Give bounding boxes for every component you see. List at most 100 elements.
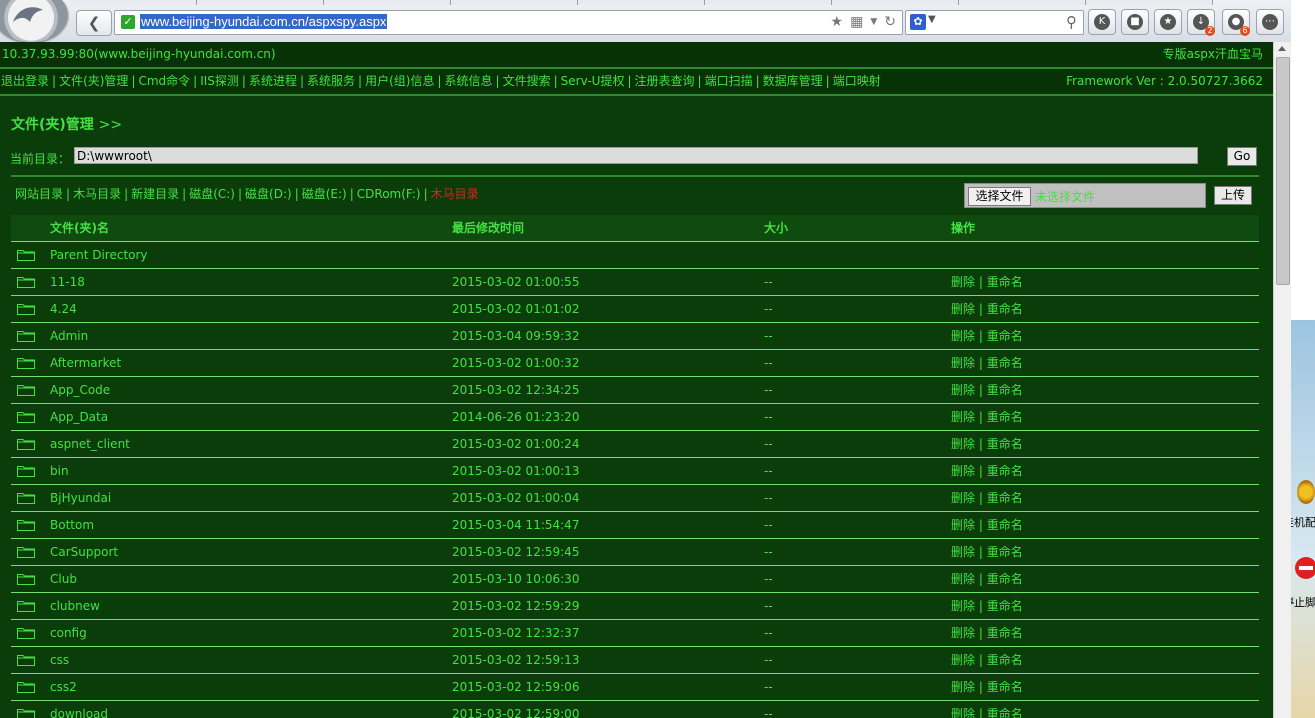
- rename-link[interactable]: 重命名: [987, 464, 1023, 478]
- nav-item[interactable]: Serv-U提权: [561, 74, 625, 88]
- rename-link[interactable]: 重命名: [987, 329, 1023, 343]
- scroll-up-icon[interactable]: [1278, 46, 1286, 51]
- nav-item[interactable]: 端口扫描: [705, 74, 753, 88]
- quick-link[interactable]: 磁盘(C:): [189, 187, 235, 201]
- quick-link[interactable]: 磁盘(D:): [245, 187, 292, 201]
- folder-name[interactable]: App_Data: [50, 404, 108, 430]
- tab[interactable]: [705, 0, 832, 5]
- nav-item[interactable]: 数据库管理: [763, 74, 823, 88]
- rename-link[interactable]: 重命名: [987, 626, 1023, 640]
- rename-link[interactable]: 重命名: [987, 599, 1023, 613]
- qr-code-icon[interactable]: ▦: [850, 14, 863, 30]
- delete-link[interactable]: 删除: [951, 491, 975, 505]
- search-box[interactable]: ✿ ▼ ⚲: [905, 10, 1084, 35]
- folder-name[interactable]: css: [50, 647, 69, 673]
- folder-name[interactable]: download: [50, 701, 108, 718]
- star-icon[interactable]: ★: [831, 14, 844, 30]
- stop-icon[interactable]: [1295, 557, 1315, 579]
- trojan-dir-link[interactable]: 木马目录: [431, 187, 479, 201]
- favorites-button[interactable]: ★: [1154, 9, 1182, 35]
- delete-link[interactable]: 删除: [951, 383, 975, 397]
- go-button[interactable]: Go: [1227, 147, 1257, 166]
- folder-name[interactable]: aspnet_client: [50, 431, 130, 457]
- folder-name[interactable]: BjHyundai: [50, 485, 111, 511]
- quick-link[interactable]: 木马目录: [73, 187, 121, 201]
- gear-icon[interactable]: [1297, 480, 1315, 504]
- search-engine-dropdown-icon[interactable]: ▼: [928, 14, 936, 25]
- rename-link[interactable]: 重命名: [987, 653, 1023, 667]
- folder-name[interactable]: Club: [50, 566, 77, 592]
- address-bar[interactable]: ✓ www.beijing-hyundai.com.cn/aspxspy.asp…: [114, 10, 903, 35]
- delete-link[interactable]: 删除: [951, 707, 975, 718]
- rename-link[interactable]: 重命名: [987, 275, 1023, 289]
- rename-link[interactable]: 重命名: [987, 545, 1023, 559]
- tab[interactable]: [832, 0, 959, 5]
- folder-name[interactable]: App_Code: [50, 377, 110, 403]
- rename-link[interactable]: 重命名: [987, 383, 1023, 397]
- k-button[interactable]: K: [1088, 9, 1116, 35]
- nav-item[interactable]: 系统信息: [445, 74, 493, 88]
- rename-link[interactable]: 重命名: [987, 707, 1023, 718]
- delete-link[interactable]: 删除: [951, 437, 975, 451]
- quick-link[interactable]: 磁盘(E:): [302, 187, 347, 201]
- dropdown-icon[interactable]: ▼: [870, 14, 877, 30]
- rename-link[interactable]: 重命名: [987, 410, 1023, 424]
- folder-name[interactable]: css2: [50, 674, 77, 700]
- folder-name[interactable]: 4.24: [50, 296, 77, 322]
- delete-link[interactable]: 删除: [951, 626, 975, 640]
- lock-button[interactable]: ■: [1121, 9, 1149, 35]
- nav-item[interactable]: 用户(组)信息: [365, 74, 434, 88]
- delete-link[interactable]: 删除: [951, 599, 975, 613]
- back-button[interactable]: ❮: [76, 10, 112, 36]
- downloads-button[interactable]: ↓ 2: [1187, 9, 1215, 36]
- rename-link[interactable]: 重命名: [987, 437, 1023, 451]
- folder-name[interactable]: Bottom: [50, 512, 94, 538]
- rename-link[interactable]: 重命名: [987, 518, 1023, 532]
- menu-button[interactable]: ⋯: [1256, 9, 1284, 35]
- tab[interactable]: [578, 0, 705, 5]
- refresh-icon[interactable]: ↻: [884, 14, 896, 30]
- nav-item[interactable]: IIS探测: [200, 74, 239, 88]
- browser-logo-button[interactable]: [0, 0, 68, 42]
- upload-button[interactable]: 上传: [1214, 186, 1252, 205]
- rename-link[interactable]: 重命名: [987, 680, 1023, 694]
- search-icon[interactable]: ⚲: [1066, 13, 1077, 31]
- delete-link[interactable]: 删除: [951, 464, 975, 478]
- folder-name[interactable]: clubnew: [50, 593, 100, 619]
- delete-link[interactable]: 删除: [951, 518, 975, 532]
- folder-name[interactable]: 11-18: [50, 269, 85, 295]
- delete-link[interactable]: 删除: [951, 329, 975, 343]
- choose-file-button[interactable]: 选择文件: [968, 187, 1031, 206]
- nav-item[interactable]: 退出登录: [1, 74, 49, 88]
- rename-link[interactable]: 重命名: [987, 302, 1023, 316]
- scrollbar-thumb[interactable]: [1276, 57, 1290, 285]
- tab[interactable]: [1086, 0, 1213, 5]
- folder-name[interactable]: Aftermarket: [50, 350, 121, 376]
- tab[interactable]: [959, 0, 1086, 5]
- nav-item[interactable]: 文件搜索: [503, 74, 551, 88]
- nav-item[interactable]: 系统服务: [307, 74, 355, 88]
- delete-link[interactable]: 删除: [951, 410, 975, 424]
- delete-link[interactable]: 删除: [951, 653, 975, 667]
- tab[interactable]: [70, 0, 197, 5]
- tab[interactable]: [197, 0, 324, 5]
- nav-item[interactable]: 系统进程: [249, 74, 297, 88]
- delete-link[interactable]: 删除: [951, 572, 975, 586]
- rename-link[interactable]: 重命名: [987, 491, 1023, 505]
- folder-name[interactable]: config: [50, 620, 87, 646]
- folder-name[interactable]: Parent Directory: [50, 242, 148, 268]
- rename-link[interactable]: 重命名: [987, 356, 1023, 370]
- nav-item[interactable]: Cmd命令: [138, 74, 190, 88]
- quick-link[interactable]: CDRom(F:): [357, 187, 421, 201]
- delete-link[interactable]: 删除: [951, 302, 975, 316]
- tab[interactable]: [324, 0, 451, 5]
- tab[interactable]: [451, 0, 578, 5]
- folder-name[interactable]: CarSupport: [50, 539, 118, 565]
- delete-link[interactable]: 删除: [951, 356, 975, 370]
- folder-name[interactable]: Admin: [50, 323, 88, 349]
- nav-item[interactable]: 注册表查询: [635, 74, 695, 88]
- folder-name[interactable]: bin: [50, 458, 69, 484]
- current-dir-input[interactable]: D:\wwwroot\: [74, 147, 1198, 164]
- delete-link[interactable]: 删除: [951, 680, 975, 694]
- url-text[interactable]: www.beijing-hyundai.com.cn/aspxspy.aspx: [140, 14, 388, 29]
